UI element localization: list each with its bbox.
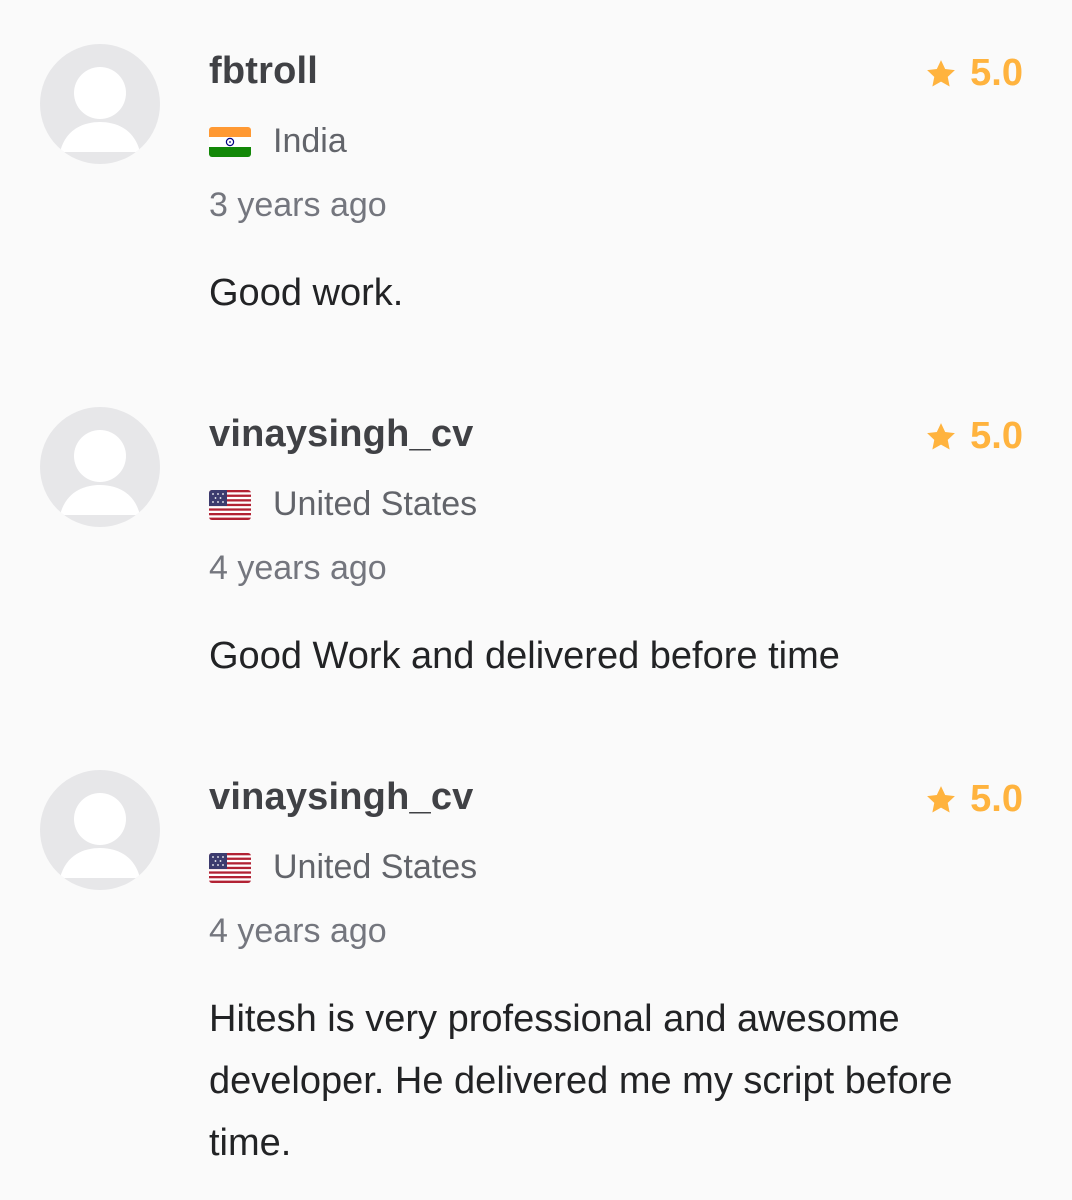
reviewer-username[interactable]: vinaysingh_cv: [209, 776, 474, 819]
avatar[interactable]: [40, 770, 160, 890]
country-name: United States: [273, 485, 478, 523]
star-icon: [927, 422, 956, 449]
rating-score: 5.0: [970, 415, 1023, 457]
reviewer-username[interactable]: vinaysingh_cv: [209, 413, 474, 456]
reviewer-username[interactable]: fbtroll: [209, 50, 318, 93]
rating: 5.0: [924, 778, 1023, 821]
rating-score: 5.0: [970, 52, 1023, 94]
rating-score: 5.0: [970, 778, 1023, 820]
country-name: United States: [273, 848, 478, 886]
user-placeholder-icon: [60, 430, 140, 515]
reviewer-country: India: [209, 122, 347, 161]
star-icon: [927, 785, 956, 812]
review-comment: Good Work and delivered before time: [209, 635, 840, 677]
star-icon: [927, 59, 956, 86]
rating: 5.0: [924, 415, 1023, 458]
reviewer-country: United States: [209, 485, 477, 524]
user-placeholder-icon: [60, 793, 140, 878]
us-flag-icon: [209, 489, 251, 520]
rating: 5.0: [924, 52, 1023, 95]
review-list: fbtroll 5.0 India 3 years ago Good work.: [0, 0, 1072, 1200]
avatar[interactable]: [40, 407, 160, 527]
review-comment: Good work.: [209, 272, 404, 314]
us-flag-icon: [209, 852, 251, 883]
avatar[interactable]: [40, 44, 160, 164]
review-time: 4 years ago: [209, 912, 387, 950]
country-name: India: [273, 122, 347, 160]
review-comment: Hitesh is very professional and awesome …: [209, 998, 953, 1164]
review-time: 4 years ago: [209, 549, 387, 587]
review-time: 3 years ago: [209, 186, 387, 224]
user-placeholder-icon: [60, 67, 140, 152]
india-flag-icon: [209, 126, 251, 157]
reviewer-country: United States: [209, 848, 477, 887]
